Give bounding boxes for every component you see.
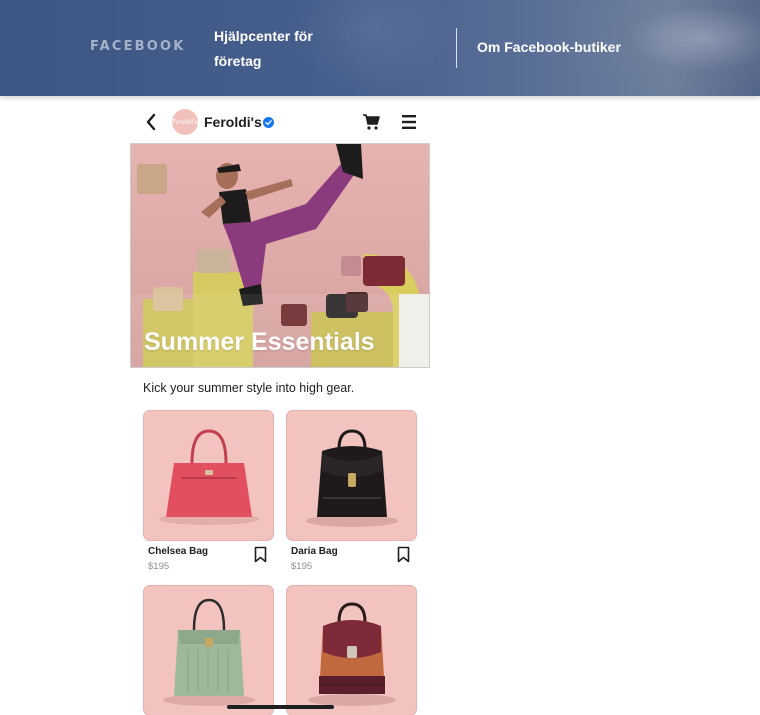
product-image[interactable] bbox=[286, 410, 417, 541]
product-name: Chelsea Bag bbox=[148, 546, 209, 557]
product-card[interactable]: Daria Bag $195 bbox=[286, 410, 417, 580]
nav-divider bbox=[456, 28, 457, 68]
product-card[interactable] bbox=[143, 585, 274, 715]
product-name: Daria Bag bbox=[291, 546, 338, 557]
shop-top-bar: Feroldi's Feroldi's bbox=[130, 104, 430, 142]
nav-link-help-center[interactable]: Hjälpcenter för företag bbox=[214, 24, 344, 74]
product-image[interactable] bbox=[143, 410, 274, 541]
collection-description: Kick your summer style into high gear. bbox=[143, 381, 355, 395]
shop-name[interactable]: Feroldi's bbox=[204, 114, 262, 130]
green-bag-image bbox=[163, 598, 255, 706]
burgundy-backpack-image bbox=[308, 602, 396, 706]
facebook-logo-link[interactable]: FACEBOOK bbox=[90, 39, 186, 54]
product-card[interactable]: Chelsea Bag $195 bbox=[143, 410, 274, 580]
cart-icon[interactable] bbox=[362, 113, 380, 131]
shop-avatar[interactable]: Feroldi's bbox=[172, 109, 198, 135]
product-image[interactable] bbox=[143, 585, 274, 715]
product-price: $195 bbox=[291, 561, 313, 572]
bookmark-icon[interactable] bbox=[254, 546, 267, 563]
hero-banner[interactable]: Summer Essentials bbox=[130, 143, 430, 368]
bookmark-icon[interactable] bbox=[397, 546, 410, 563]
product-price: $195 bbox=[148, 561, 170, 572]
verified-badge-icon bbox=[263, 117, 274, 128]
chevron-left-icon[interactable] bbox=[144, 112, 158, 132]
backpack-image bbox=[306, 429, 398, 527]
site-header: FACEBOOK Hjälpcenter för företag Om Face… bbox=[0, 0, 760, 96]
hero-title: Summer Essentials bbox=[144, 328, 375, 356]
home-indicator[interactable] bbox=[227, 705, 334, 709]
product-image[interactable] bbox=[286, 585, 417, 715]
hamburger-menu-icon[interactable] bbox=[402, 114, 416, 130]
handbag-image bbox=[159, 429, 259, 525]
nav-link-about-shops[interactable]: Om Facebook-butiker bbox=[477, 39, 621, 55]
phone-mockup: Feroldi's Feroldi's Summer Essentials Ki… bbox=[130, 104, 430, 715]
product-card[interactable] bbox=[286, 585, 417, 715]
